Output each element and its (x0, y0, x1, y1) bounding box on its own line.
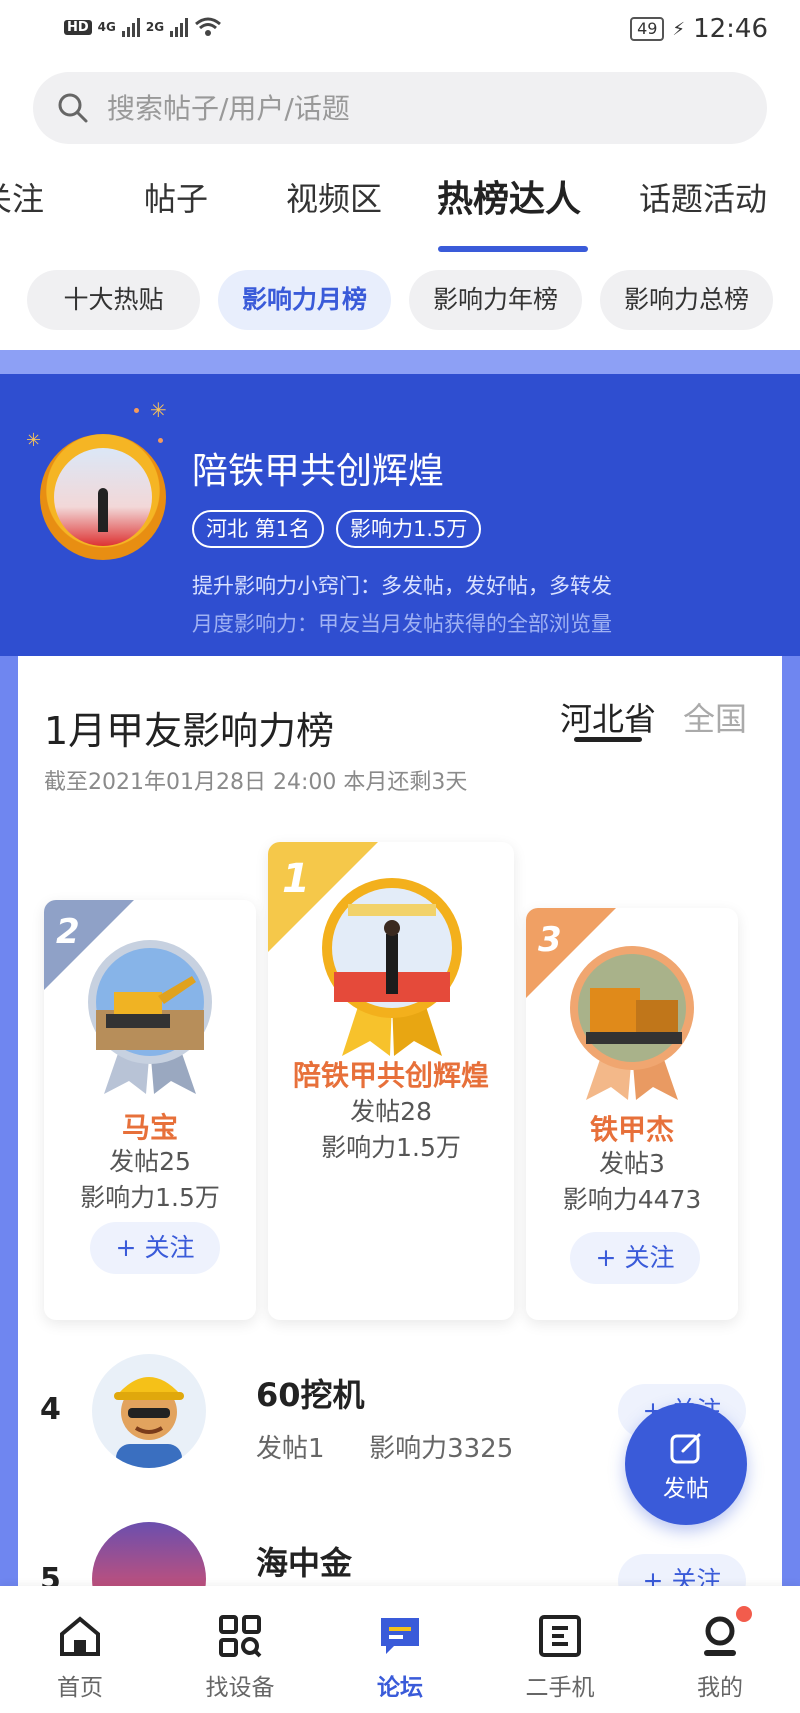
tab-topics[interactable]: 话题活动 (639, 174, 767, 220)
my-ranking-banner: ✳ ✳ 陪铁甲共创辉煌 河北 第1名 影响力1.5万 提升影响力小窍门：多发帖，… (0, 374, 800, 656)
row-influence: 影响力3325 (369, 1434, 514, 1464)
podium-influence: 影响力4473 (562, 1185, 702, 1214)
board-deadline: 截至2021年01月28日 24:00 本月还剩3天 (44, 770, 468, 795)
nav-label: 二手机 (525, 1675, 595, 1701)
chip-top-ten[interactable]: 十大热贴 (27, 270, 200, 330)
follow-button[interactable]: + 关注 (90, 1222, 220, 1274)
tip-text: 提升影响力小窍门：多发帖，发好帖，多转发 (192, 574, 612, 598)
tab-posts[interactable]: 帖子 (144, 174, 208, 220)
signal-icon (121, 17, 140, 37)
nav-used-machines[interactable]: 二手机 (480, 1586, 640, 1713)
region-tab-national[interactable]: 全国 (683, 694, 747, 740)
search-bar[interactable] (33, 72, 767, 144)
row-name[interactable]: 60挖机 (256, 1370, 365, 1416)
row-posts: 发帖1 (256, 1434, 325, 1464)
chip-monthly[interactable]: 影响力月榜 (218, 270, 391, 330)
main-tabs: 关注 帖子 视频区 热榜达人 话题活动 (0, 168, 800, 254)
rank-number: 2 (56, 912, 80, 952)
edit-icon (670, 1433, 701, 1464)
tab-video[interactable]: 视频区 (286, 174, 382, 220)
nav-label: 论坛 (377, 1675, 423, 1701)
rank-number: 1 (282, 856, 310, 902)
home-icon (60, 1616, 100, 1656)
forum-icon (381, 1618, 419, 1654)
forum-page: HD 4G 2G 49 ⚡ 12:46 关注 帖子 视频区 热榜达人 话题活动 … (0, 0, 800, 1713)
new-post-button[interactable]: 发帖 (625, 1403, 747, 1525)
rank-number: 3 (538, 920, 562, 960)
row-name[interactable]: 海中金 (256, 1538, 352, 1584)
worker-avatar-icon (114, 1377, 184, 1468)
hd-indicator: HD (64, 19, 92, 35)
charging-icon: ⚡ (672, 18, 686, 40)
podium-card-2[interactable]: 2 马宝 发帖25 影响力1.5万 + 关注 (44, 900, 256, 1320)
bottom-nav: 首页 找设备 论坛 二手机 我的 (0, 1586, 800, 1713)
chip-overall[interactable]: 影响力总榜 (600, 270, 773, 330)
nav-mine[interactable]: 我的 (640, 1586, 800, 1713)
nav-find-equipment[interactable]: 找设备 (160, 1586, 320, 1713)
silver-medal-avatar (88, 940, 212, 1094)
nav-forum[interactable]: 论坛 (320, 1586, 480, 1713)
clock: 12:46 (693, 14, 768, 44)
search-icon (58, 93, 88, 123)
podium-posts: 发帖3 (599, 1149, 665, 1178)
podium-name[interactable]: 铁甲杰 (526, 1108, 738, 1148)
grid-search-icon (219, 1615, 262, 1658)
region-tab-province[interactable]: 河北省 (560, 694, 656, 740)
my-name: 陪铁甲共创辉煌 (192, 451, 445, 492)
podium-posts: 发帖25 (109, 1147, 191, 1176)
sparkle-icon: ✳ (150, 398, 167, 422)
used-machine-icon (539, 1615, 581, 1657)
gold-medal-avatar (322, 878, 462, 1056)
notification-dot (736, 1606, 752, 1622)
nav-label: 首页 (57, 1675, 103, 1701)
influence-badge: 影响力1.5万 (336, 510, 482, 548)
nav-label: 我的 (697, 1675, 743, 1701)
network-2g-label: 2G (145, 20, 165, 34)
search-input[interactable] (107, 86, 707, 130)
wifi-icon (195, 17, 222, 36)
row-rank: 4 (40, 1392, 61, 1427)
nav-label: 找设备 (205, 1675, 275, 1701)
bronze-medal-avatar (570, 946, 694, 1100)
influence-definition: 月度影响力：甲友当月发帖获得的全部浏览量 (192, 612, 612, 636)
my-avatar[interactable] (40, 434, 166, 560)
board-title: 1月甲友影响力榜 (44, 709, 335, 753)
podium-card-3[interactable]: 3 铁甲杰 发帖3 影响力4473 + 关注 (526, 908, 738, 1320)
tab-follow[interactable]: 关注 (0, 174, 44, 220)
nav-home[interactable]: 首页 (0, 1586, 160, 1713)
sparkle-icon-2: ✳ (26, 430, 42, 451)
new-post-label: 发帖 (663, 1476, 709, 1502)
chip-yearly[interactable]: 影响力年榜 (409, 270, 582, 330)
region-tab-indicator (574, 737, 642, 742)
battery-indicator: 49 (630, 17, 665, 41)
podium-influence: 影响力1.5万 (321, 1133, 461, 1162)
podium-name[interactable]: 马宝 (44, 1106, 256, 1146)
podium-posts: 发帖28 (350, 1097, 432, 1126)
tab-hot-ranking[interactable]: 热榜达人 (437, 170, 581, 222)
profile-icon (704, 1616, 736, 1656)
hero-top-strip (0, 350, 800, 374)
podium-name[interactable]: 陪铁甲共创辉煌 (268, 1054, 514, 1094)
network-4g-label: 4G (97, 20, 116, 34)
podium-influence: 影响力1.5万 (80, 1183, 220, 1212)
region-rank-badge: 河北 第1名 (192, 510, 325, 548)
status-bar: HD 4G 2G 49 ⚡ 12:46 (0, 0, 800, 60)
signal-icon-2 (170, 17, 189, 37)
tab-active-indicator (438, 246, 588, 252)
podium-card-1[interactable]: 1 陪铁甲共创辉煌 发帖28 影响力1.5万 (268, 842, 514, 1320)
follow-button[interactable]: + 关注 (570, 1232, 700, 1284)
row-avatar[interactable] (92, 1354, 206, 1468)
